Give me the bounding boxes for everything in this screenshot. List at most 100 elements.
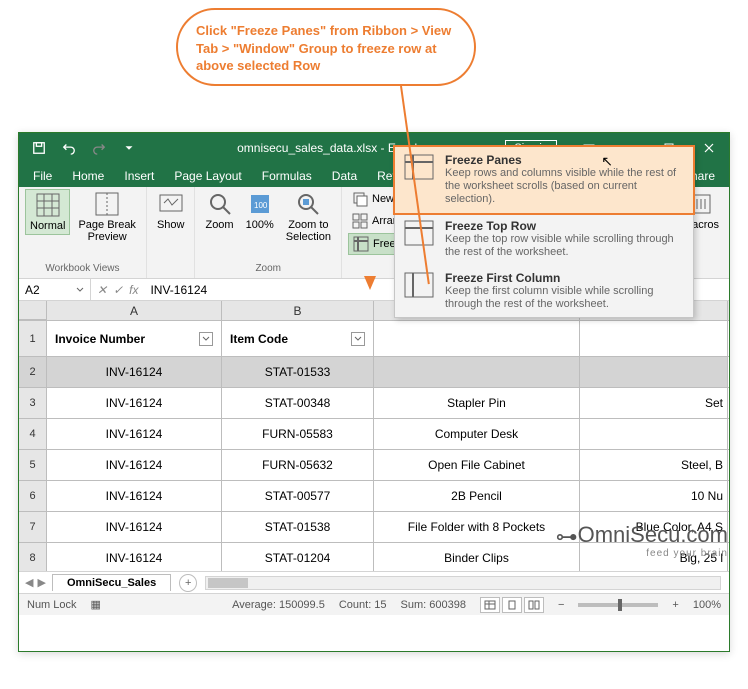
sheet-nav-next[interactable]: ▶ — [37, 576, 45, 589]
row-header[interactable]: 5 — [19, 450, 47, 480]
row-header[interactable]: 4 — [19, 419, 47, 449]
save-icon[interactable] — [27, 137, 51, 159]
cell[interactable]: 10 Nu — [580, 481, 728, 511]
tab-insert[interactable]: Insert — [114, 165, 164, 187]
freeze-option-title: Freeze First Column — [445, 271, 685, 285]
show-button[interactable]: Show — [153, 189, 189, 233]
status-sum: Sum: 600398 — [401, 599, 466, 611]
cell[interactable]: FURN-05583 — [222, 419, 374, 449]
page-break-preview-button[interactable]: Page Break Preview — [74, 189, 139, 245]
enter-formula-icon[interactable]: ✓ — [113, 283, 123, 297]
zoom-button[interactable]: Zoom — [201, 189, 237, 233]
redo-icon[interactable] — [87, 137, 111, 159]
zoom-to-selection-button[interactable]: Zoom to Selection — [282, 189, 335, 245]
cell[interactable]: INV-16124 — [47, 481, 222, 511]
page-break-shortcut[interactable] — [524, 597, 544, 613]
cell[interactable]: INV-16124 — [47, 388, 222, 418]
page-break-icon — [94, 191, 120, 217]
watermark-text: OmniSecu.com — [578, 522, 728, 547]
cell[interactable]: Steel, B — [580, 450, 728, 480]
cell[interactable]: INV-16124 — [47, 419, 222, 449]
name-box[interactable]: A2 — [19, 279, 91, 300]
cell[interactable] — [374, 357, 580, 387]
column-header-b[interactable]: B — [222, 301, 374, 320]
cell[interactable]: Stapler Pin — [374, 388, 580, 418]
zoom-in-button[interactable]: + — [672, 599, 678, 611]
sheet-tabs-bar: ◀ ▶ OmniSecu_Sales + — [19, 571, 729, 593]
tab-formulas[interactable]: Formulas — [252, 165, 322, 187]
normal-view-icon — [35, 192, 61, 218]
cell[interactable]: STAT-01538 — [222, 512, 374, 542]
tab-page-layout[interactable]: Page Layout — [164, 165, 251, 187]
freeze-option-desc: Keep the first column visible while scro… — [445, 285, 685, 311]
qat-dropdown-icon[interactable] — [117, 137, 141, 159]
cell[interactable]: Binder Clips — [374, 543, 580, 571]
tab-data[interactable]: Data — [322, 165, 367, 187]
sheet-nav-prev[interactable]: ◀ — [25, 576, 33, 589]
undo-icon[interactable] — [57, 137, 81, 159]
header-cell-item-code[interactable]: Item Code — [222, 321, 374, 356]
view-buttons — [480, 597, 544, 613]
cell[interactable]: FURN-05632 — [222, 450, 374, 480]
zoom-100-button[interactable]: 100 100% — [242, 189, 278, 233]
cell[interactable]: STAT-01204 — [222, 543, 374, 571]
show-group-label — [153, 274, 189, 276]
status-average: Average: 150099.5 — [232, 599, 325, 611]
zoom-level[interactable]: 100% — [693, 599, 721, 611]
zoom-selection-label: Zoom to Selection — [286, 219, 331, 243]
header-cell-c[interactable] — [374, 321, 580, 356]
row-header[interactable]: 1 — [19, 321, 47, 356]
header-cell-d[interactable] — [580, 321, 728, 356]
cell[interactable]: 2B Pencil — [374, 481, 580, 511]
table-row: 2 INV-16124 STAT-01533 — [19, 357, 729, 388]
cell[interactable]: File Folder with 8 Pockets — [374, 512, 580, 542]
row-header[interactable]: 3 — [19, 388, 47, 418]
cell[interactable]: Set — [580, 388, 728, 418]
cell[interactable]: STAT-00348 — [222, 388, 374, 418]
header-cell-invoice[interactable]: Invoice Number — [47, 321, 222, 356]
row-header[interactable]: 8 — [19, 543, 47, 571]
tab-home[interactable]: Home — [62, 165, 114, 187]
cell[interactable]: STAT-00577 — [222, 481, 374, 511]
zoom-out-button[interactable]: − — [558, 599, 564, 611]
cell[interactable]: INV-16124 — [47, 512, 222, 542]
horizontal-scrollbar[interactable] — [205, 576, 721, 590]
cell[interactable] — [580, 419, 728, 449]
freeze-option-title: Freeze Top Row — [445, 219, 685, 233]
freeze-first-column-icon — [403, 271, 435, 299]
group-zoom: Zoom 100 100% Zoom to Selection Zoom — [195, 187, 342, 278]
tab-file[interactable]: File — [23, 165, 62, 187]
page-layout-shortcut[interactable] — [502, 597, 522, 613]
cell[interactable]: Open File Cabinet — [374, 450, 580, 480]
freeze-first-column-option[interactable]: Freeze First Column Keep the first colum… — [395, 265, 693, 317]
record-macro-icon[interactable]: ▦ — [91, 598, 101, 611]
select-all-corner[interactable] — [19, 301, 47, 320]
cell[interactable]: INV-16124 — [47, 543, 222, 571]
workbook-views-group-label: Workbook Views — [25, 263, 140, 276]
column-header-a[interactable]: A — [47, 301, 222, 320]
cancel-formula-icon[interactable]: ✕ — [97, 283, 107, 297]
freeze-panes-option[interactable]: Freeze Panes Keep rows and columns visib… — [393, 145, 695, 215]
add-sheet-button[interactable]: + — [179, 574, 197, 592]
fx-button[interactable]: fx — [129, 283, 138, 297]
zoom-slider[interactable] — [578, 603, 658, 607]
zoom-100-label: 100% — [246, 219, 274, 231]
freeze-panes-option-icon — [403, 153, 435, 181]
cell[interactable]: Computer Desk — [374, 419, 580, 449]
normal-view-button[interactable]: Normal — [25, 189, 70, 235]
chevron-down-icon — [76, 286, 84, 294]
filter-button[interactable] — [351, 332, 365, 346]
cell[interactable] — [580, 357, 728, 387]
freeze-top-row-option[interactable]: Freeze Top Row Keep the top row visible … — [395, 213, 693, 265]
cell[interactable]: INV-16124 — [47, 357, 222, 387]
row-header[interactable]: 7 — [19, 512, 47, 542]
cell[interactable]: INV-16124 — [47, 450, 222, 480]
row-header[interactable]: 2 — [19, 357, 47, 387]
sheet-tab-active[interactable]: OmniSecu_Sales — [52, 574, 171, 591]
filter-button[interactable] — [199, 332, 213, 346]
freeze-option-desc: Keep the top row visible while scrolling… — [445, 233, 685, 259]
normal-view-shortcut[interactable] — [480, 597, 500, 613]
row-header[interactable]: 6 — [19, 481, 47, 511]
scrollbar-thumb[interactable] — [208, 578, 248, 588]
cell[interactable]: STAT-01533 — [222, 357, 374, 387]
